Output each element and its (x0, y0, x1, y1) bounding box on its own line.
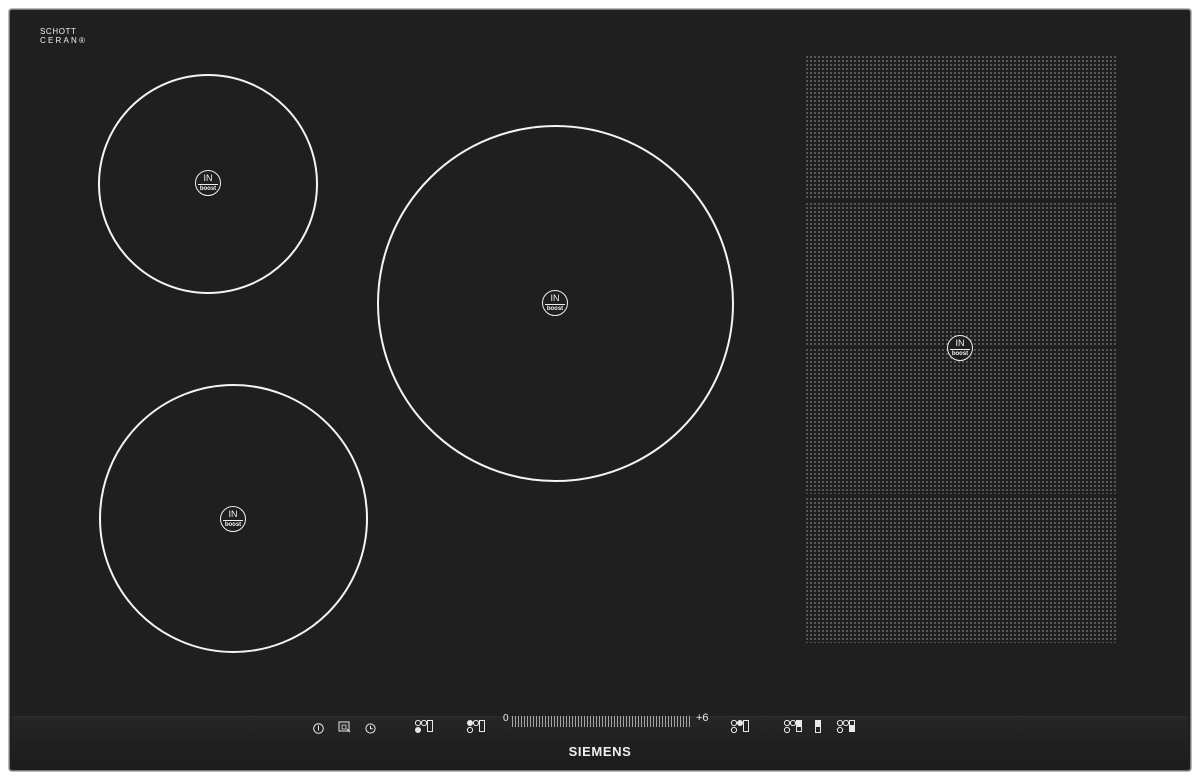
flex-zone-segment[interactable] (805, 497, 1117, 643)
zone-select-icon[interactable] (783, 719, 803, 739)
lock-icon[interactable] (338, 720, 351, 738)
flex-zone-segment[interactable] (805, 348, 1117, 494)
power-slider-min-label: 0 (503, 713, 509, 724)
induction-boost-badge: IN boost (947, 335, 973, 361)
power-level-slider[interactable] (512, 716, 692, 727)
schott-ceran-logo: SCHOTT CERAN® (40, 27, 88, 45)
cooktop-surface: SCHOTT CERAN® IN boost IN boost IN boost… (10, 10, 1190, 770)
zone-select-icon[interactable] (836, 719, 856, 739)
induction-boost-badge: IN boost (195, 170, 221, 196)
flex-zone-segment[interactable] (805, 55, 1117, 199)
power-icon[interactable] (313, 721, 324, 739)
zone-select-icon[interactable] (730, 719, 750, 739)
zone-select-icon[interactable] (466, 719, 486, 739)
flex-divider-icon[interactable] (814, 719, 822, 739)
induction-boost-badge: IN boost (220, 506, 246, 532)
zone-select-icon[interactable] (414, 719, 434, 739)
flex-zone-segment[interactable] (805, 202, 1117, 345)
timer-icon[interactable] (365, 721, 376, 739)
induction-boost-badge: IN boost (542, 290, 568, 316)
power-slider-max-label: +6 (696, 712, 709, 724)
siemens-logo: SIEMENS (568, 744, 632, 759)
